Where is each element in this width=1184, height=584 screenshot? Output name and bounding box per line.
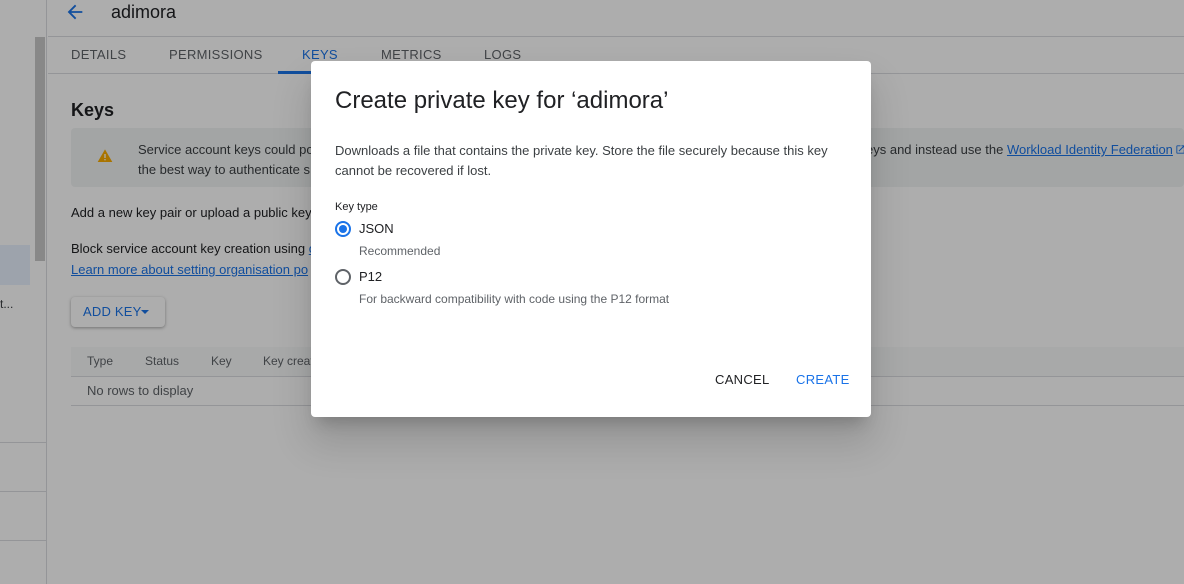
create-button[interactable]: CREATE [796,372,850,387]
p12-option-label[interactable]: P12 [359,269,382,284]
p12-option-sublabel: For backward compatibility with code usi… [359,292,670,306]
json-option-sublabel: Recommended [359,244,441,258]
create-key-dialog: Create private key for ‘adimora’ Downloa… [311,61,871,417]
dialog-description: Downloads a file that contains the priva… [335,143,828,178]
cancel-button[interactable]: CANCEL [715,372,770,387]
key-type-label: Key type [335,201,378,213]
json-radio[interactable] [335,221,351,237]
dialog-title: Create private key for ‘adimora’ [335,87,669,114]
p12-radio[interactable] [335,269,351,285]
json-option-label[interactable]: JSON [359,221,394,236]
